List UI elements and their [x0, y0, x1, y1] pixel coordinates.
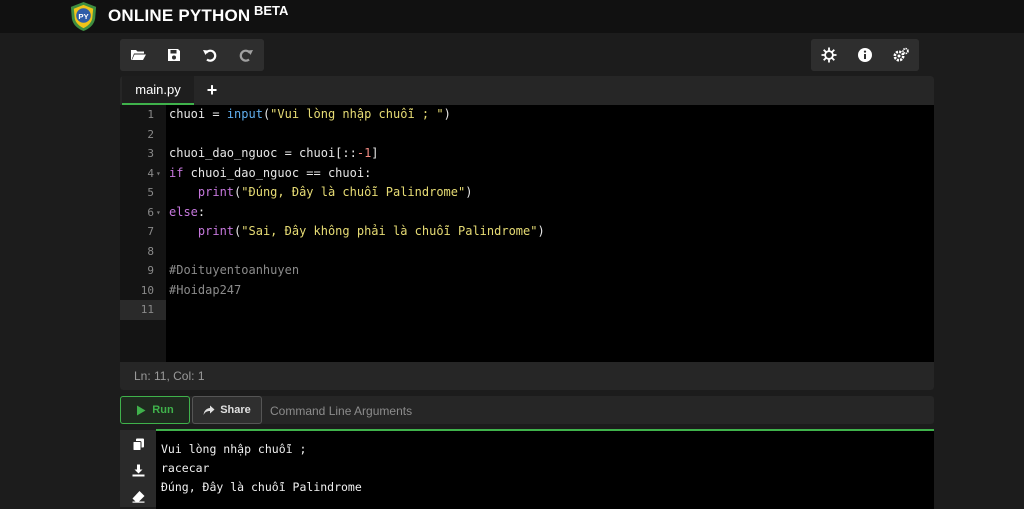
line-number: 1 [147, 108, 154, 121]
code-line[interactable]: 6 ▾ else: [120, 203, 934, 223]
editor-settings-toolbar [811, 39, 919, 71]
copy-output-button[interactable] [120, 434, 156, 454]
share-icon [203, 405, 215, 415]
info-button[interactable] [847, 39, 883, 71]
redo-icon [239, 49, 253, 62]
line-number: 10 [140, 283, 154, 297]
save-icon [168, 49, 180, 61]
svg-text:PY: PY [78, 12, 89, 21]
download-icon [132, 464, 144, 476]
undo-icon [203, 49, 217, 62]
line-number: 6 [147, 205, 154, 219]
line-number: 5 [147, 186, 154, 199]
code-line[interactable]: 1 chuoi = input("Vui lòng nhập chuỗi ; ") [120, 105, 934, 125]
code-text: #Doituyentoanhuyen [169, 263, 300, 277]
fold-toggle-icon[interactable]: ▾ [156, 203, 161, 223]
run-button[interactable]: Run [120, 396, 190, 424]
file-tabs: main.py + [120, 76, 934, 105]
code-text: chuoi_dao_nguoc = chuoi[::-1] [169, 146, 379, 160]
beta-badge: BETA [254, 3, 289, 18]
code-editor[interactable]: main.py + Ln: 11, Col: 1 1 chuoi = input(… [120, 76, 934, 390]
code-line[interactable]: 7 print("Sai, Đây không phải là chuỗi Pa… [120, 222, 934, 242]
line-number: 3 [147, 147, 154, 160]
brand-title[interactable]: ONLINE PYTHON [108, 6, 250, 26]
logo-icon[interactable]: PY [68, 1, 99, 32]
line-number: 11 [140, 303, 154, 316]
code-line[interactable]: 2 [120, 125, 934, 145]
fold-toggle-icon[interactable]: ▾ [156, 164, 161, 184]
open-folder-icon [131, 50, 146, 60]
line-number: 9 [147, 264, 154, 277]
share-label: Share [220, 404, 251, 416]
code-line[interactable]: 5 print("Đúng, Đây là chuỗi Palindrome") [120, 183, 934, 203]
tab-main-py[interactable]: main.py [122, 76, 194, 105]
eraser-icon [132, 490, 144, 503]
run-label: Run [152, 404, 174, 416]
code-text: print("Sai, Đây không phải là chuỗi Pali… [197, 224, 545, 238]
settings-button[interactable] [883, 39, 919, 71]
code-line[interactable]: 11 [120, 300, 934, 320]
command-line-arguments-input[interactable] [268, 396, 932, 426]
save-button[interactable] [156, 39, 192, 71]
copy-icon [132, 438, 144, 451]
settings-icon [893, 47, 909, 62]
clear-output-button[interactable] [120, 486, 156, 506]
line-number: 2 [147, 127, 154, 141]
code-text: #Hoidap247 [169, 282, 242, 297]
top-bar: PY ONLINE PYTHON BETA [0, 0, 1024, 33]
redo-button[interactable] [228, 39, 264, 71]
code-line[interactable]: 10 #Hoidap247 [120, 281, 934, 301]
output-line: Vui lòng nhập chuỗi ; [161, 442, 307, 456]
theme-icon [821, 47, 837, 63]
run-bar: Run Share [120, 396, 934, 426]
code-line[interactable]: 9 #Doituyentoanhuyen [120, 261, 934, 281]
code-line[interactable]: 8 [120, 242, 934, 262]
download-output-button[interactable] [120, 460, 156, 480]
add-file-button[interactable]: + [202, 80, 222, 100]
output-toolbar [120, 430, 156, 507]
code-line[interactable]: 3 chuoi_dao_nguoc = chuoi[::-1] [120, 144, 934, 164]
code-text: else: [169, 204, 206, 219]
info-icon [858, 48, 872, 62]
play-icon [137, 405, 146, 415]
code-text: print("Đúng, Đây là chuỗi Palindrome") [197, 185, 473, 199]
output-line: Đúng, Đây là chuỗi Palindrome [161, 480, 362, 494]
editor-toolbar [120, 39, 264, 71]
line-number: 8 [147, 244, 154, 258]
code-text: chuoi = input("Vui lòng nhập chuỗi ; ") [169, 107, 451, 121]
line-number: 7 [147, 225, 154, 238]
share-button[interactable]: Share [192, 396, 262, 424]
code-line[interactable]: 4 ▾ if chuoi_dao_nguoc == chuoi: [120, 164, 934, 184]
undo-button[interactable] [192, 39, 228, 71]
cursor-status: Ln: 11, Col: 1 [120, 362, 934, 390]
line-number: 4 [147, 166, 154, 180]
code-text: if chuoi_dao_nguoc == chuoi: [169, 165, 372, 180]
theme-toggle-button[interactable] [811, 39, 847, 71]
output-line: racecar [161, 461, 210, 475]
open-file-button[interactable] [120, 39, 156, 71]
output-console[interactable]: Vui lòng nhập chuỗi ; racecar Đúng, Đây … [156, 429, 934, 509]
